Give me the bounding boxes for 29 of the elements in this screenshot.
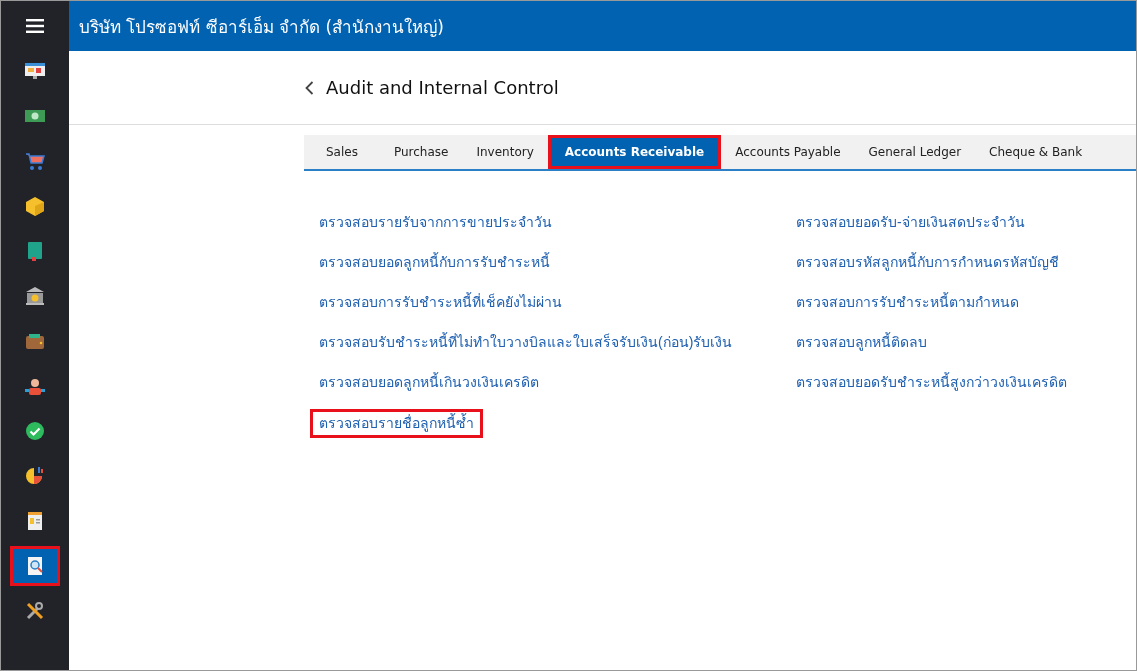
report-link[interactable]: ตรวจสอบรับชำระหนี้ที่ไม่ทำใบวางบิลและใบเสร็จรับเงิน(ก่อน)รับเงิน bbox=[304, 329, 741, 356]
tab[interactable]: Inventory bbox=[462, 135, 548, 169]
tab[interactable]: Purchase bbox=[379, 135, 463, 169]
tab[interactable]: Accounts Payable bbox=[721, 135, 855, 169]
report-link[interactable]: ตรวจสอบยอดรับชำระหนี้สูงกว่าวงเงินเครดิต bbox=[781, 369, 1075, 396]
menu-icon[interactable] bbox=[26, 19, 44, 33]
tab[interactable]: Accounts Receivable bbox=[547, 135, 722, 169]
monitor-icon bbox=[24, 60, 46, 82]
report-link[interactable]: ตรวจสอบยอดลูกหนี้กับการรับชำระหนี้ bbox=[304, 249, 558, 276]
tab[interactable]: Sales bbox=[304, 135, 380, 169]
report-link[interactable]: ตรวจสอบยอดลูกหนี้เกินวงเงินเครดิต bbox=[304, 369, 547, 396]
tools-icon bbox=[24, 600, 46, 622]
tab[interactable]: Cheque & Bank bbox=[975, 135, 1097, 169]
bank-icon bbox=[24, 285, 46, 307]
page-title: Audit and Internal Control bbox=[326, 77, 559, 98]
report-link[interactable]: ตรวจสอบรายชื่อลูกหนี้ซ้ำ bbox=[310, 409, 483, 438]
company-title: บริษัท โปรซอฟท์ ซีอาร์เอ็ม จำกัด (สำนักงานใหญ่) bbox=[79, 15, 444, 39]
tab[interactable]: General Ledger bbox=[854, 135, 976, 169]
report-link[interactable]: ตรวจสอบการรับชำระหนี้ตามกำหนด bbox=[781, 289, 1027, 316]
pie-chart-icon bbox=[24, 465, 46, 487]
check-circle-icon bbox=[24, 420, 46, 442]
report-link[interactable]: ตรวจสอบยอดรับ-จ่ายเงินสดประจำวัน bbox=[781, 209, 1033, 236]
report-link[interactable]: ตรวจสอบลูกหนี้ติดลบ bbox=[781, 329, 935, 356]
report-link[interactable]: ตรวจสอบรหัสลูกหนี้กับการกำหนดรหัสบัญชี bbox=[781, 249, 1067, 276]
back-icon[interactable] bbox=[305, 80, 314, 95]
report-link[interactable]: ตรวจสอบรายรับจากการขายประจำวัน bbox=[304, 209, 560, 236]
report-link[interactable]: ตรวจสอบการรับชำระหนี้ที่เช็คยังไม่ผ่าน bbox=[304, 289, 570, 316]
box-icon bbox=[24, 195, 46, 217]
cart-icon bbox=[24, 150, 46, 172]
